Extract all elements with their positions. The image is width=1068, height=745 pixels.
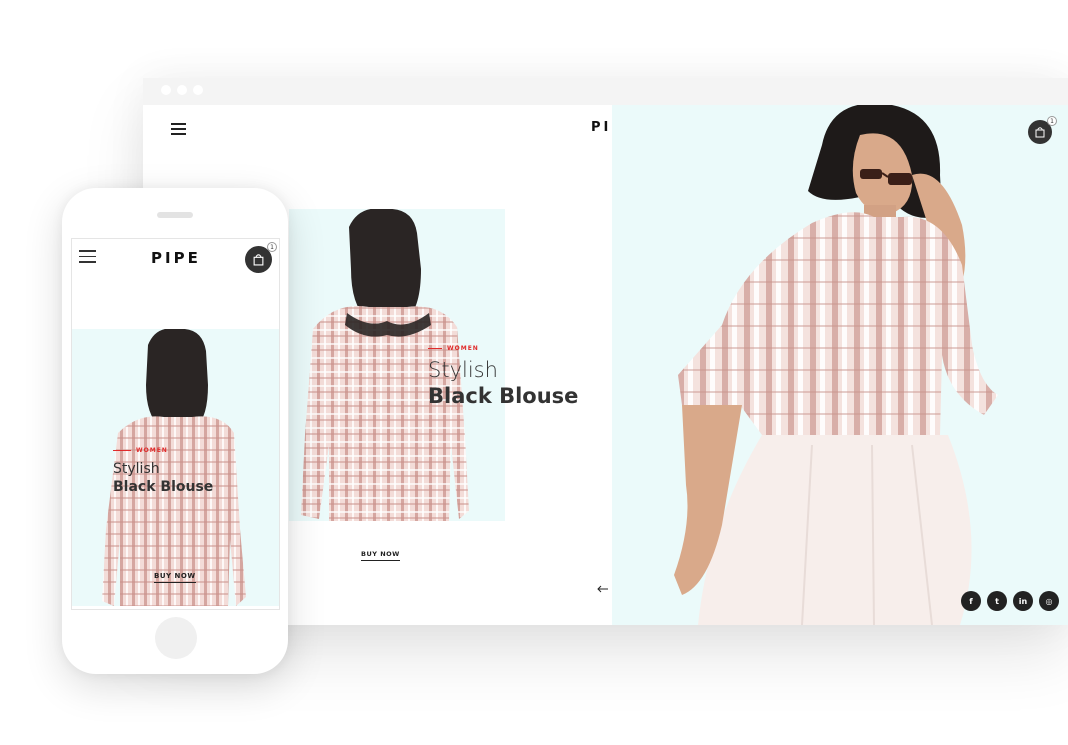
window-dot[interactable]: [193, 85, 203, 95]
accent-line: [428, 347, 442, 350]
category-tag: WOMEN: [428, 345, 578, 352]
category-label: WOMEN: [447, 345, 479, 352]
cart-button[interactable]: 1: [245, 242, 277, 273]
model-illustration: [674, 105, 998, 625]
buy-now-link[interactable]: BUY NOW: [154, 572, 196, 583]
phone-home-button[interactable]: [155, 617, 197, 659]
cart-count-badge: 1: [267, 242, 277, 252]
instagram-icon[interactable]: ◎: [1039, 591, 1059, 611]
mobile-hero-image: WOMEN Stylish Black Blouse BUY NOW: [72, 329, 279, 606]
shopping-bag-icon: [1035, 126, 1045, 137]
product-subtitle: Stylish: [113, 461, 160, 477]
menu-icon[interactable]: [171, 123, 186, 135]
phone-speaker: [157, 212, 193, 218]
accent-line: [113, 449, 131, 452]
hero-copy: WOMEN Stylish Black Blouse: [428, 345, 578, 408]
product-subtitle: Stylish: [428, 358, 498, 382]
facebook-icon[interactable]: f: [961, 591, 981, 611]
linkedin-icon[interactable]: in: [1013, 591, 1033, 611]
brand-logo[interactable]: PIPE: [151, 249, 201, 267]
cart-count-badge: 1: [1047, 116, 1057, 126]
twitter-icon[interactable]: t: [987, 591, 1007, 611]
social-links: f t in ◎: [961, 591, 1059, 611]
window-dot[interactable]: [161, 85, 171, 95]
window-controls: [161, 85, 203, 95]
menu-icon[interactable]: [79, 250, 96, 263]
arrow-left-icon[interactable]: [597, 585, 609, 593]
cart-button[interactable]: 1: [1028, 116, 1057, 144]
hero-image: 1 f t in ◎: [612, 105, 1068, 625]
product-title: Black Blouse: [113, 479, 214, 495]
buy-now-link[interactable]: BUY NOW: [361, 550, 400, 561]
mobile-page: PIPE 1 WOMEN Stylish Black Blouse BUY NO…: [71, 238, 280, 610]
shopping-bag-icon: [253, 253, 264, 265]
category-tag: WOMEN: [113, 447, 213, 454]
window-dot[interactable]: [177, 85, 187, 95]
mobile-hero-copy: WOMEN Stylish Black Blouse: [113, 447, 213, 495]
phone-mockup: PIPE 1 WOMEN Stylish Black Blouse BUY NO…: [62, 188, 288, 674]
category-label: WOMEN: [136, 447, 168, 454]
product-title: Black Blouse: [428, 384, 579, 408]
